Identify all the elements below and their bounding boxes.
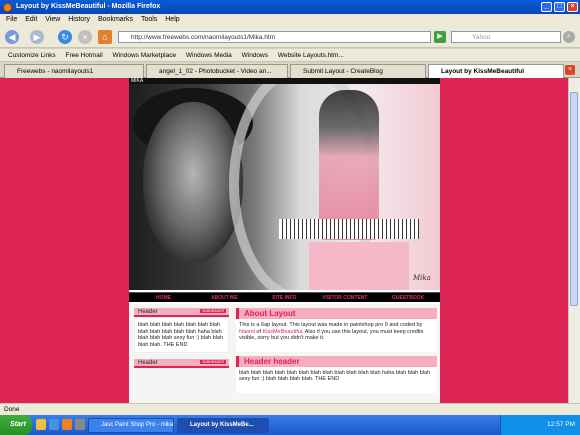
reload-icon[interactable]: ↻	[58, 30, 72, 44]
tab-bar: Freewebs - naomilayouts1 angel_1_02 - Ph…	[0, 62, 580, 78]
bookmark-windows-media[interactable]: Windows Media	[186, 52, 232, 59]
sidebar-text: blah blah blah blah blah blah blah blah …	[134, 317, 229, 353]
banner-face-shape	[143, 102, 243, 262]
bookmark-windows[interactable]: Windows	[242, 52, 268, 59]
about-text-part: of	[254, 328, 263, 335]
banner-person-shape	[319, 90, 379, 240]
internet-explorer-icon[interactable]	[49, 419, 59, 430]
navigation-toolbar: ◀ ▶ ↻ × ⌂ http://www.freewebs.com/naomil…	[0, 26, 580, 48]
sidebar-header-title: Header	[138, 309, 158, 315]
sidebar-subheader: SUBHEADER	[200, 309, 226, 313]
banner-piano-keys	[279, 219, 419, 239]
main-column: About Layout This is a 6ap layout. This …	[236, 308, 437, 393]
banner-signature: Mika	[413, 274, 431, 282]
bookmark-customize-links[interactable]: Customize Links	[8, 52, 56, 59]
stop-icon[interactable]: ×	[78, 30, 92, 44]
search-magnifier-icon[interactable]: ⌕	[563, 31, 575, 43]
sidebar-header: Header SUBHEADER	[134, 308, 229, 317]
author-link-kissmebeautiful[interactable]: KissMeBeautiful	[263, 329, 302, 335]
go-arrow-icon[interactable]: ▶	[434, 31, 446, 43]
menu-tools[interactable]: Tools	[141, 16, 157, 23]
close-button[interactable]: ×	[567, 2, 578, 12]
author-link-naomi[interactable]: Naomi	[239, 329, 255, 335]
scrollbar-thumb[interactable]	[570, 92, 578, 306]
about-text-part: This is a 6ap layout. This layout was ma…	[239, 322, 423, 328]
nav-guestbook[interactable]: GUESTBOOK	[392, 294, 424, 302]
nav-site-info[interactable]: SITE INFO	[272, 294, 296, 302]
status-bar: Done	[0, 403, 580, 415]
menu-view[interactable]: View	[45, 16, 60, 23]
forward-arrow-icon[interactable]: ▶	[30, 30, 44, 44]
sidebar-subheader: SUBHEADER	[200, 360, 226, 364]
task-firefox-layout[interactable]: Layout by KissMeBe...	[177, 418, 269, 433]
banner-image: Mika	[129, 84, 440, 290]
back-arrow-icon[interactable]: ◀	[5, 30, 19, 44]
banner-pink-overlay	[309, 242, 409, 290]
system-tray: 12:57 PM	[500, 415, 580, 435]
show-desktop-icon[interactable]	[75, 419, 85, 430]
menu-history[interactable]: History	[68, 16, 90, 23]
site-main: Header SUBHEADER blah blah blah blah bla…	[129, 304, 440, 403]
start-button[interactable]: Start	[0, 415, 32, 435]
about-layout-text: This is a 6ap layout. This layout was ma…	[236, 319, 437, 352]
firefox-icon	[3, 3, 12, 12]
tab-photobucket[interactable]: angel_1_02 - Photobucket - Video an...	[146, 64, 288, 78]
maximize-button[interactable]: □	[554, 2, 565, 12]
taskbar: Start Jasc Paint Shop Pro - mika1 Layout…	[0, 415, 580, 435]
sidebar-header-title: Header	[138, 360, 158, 366]
tab-createblog[interactable]: Submit Layout - CreateBlog	[290, 64, 426, 78]
address-bar[interactable]: http://www.freewebs.com/naomilayouts1/Mi…	[118, 31, 431, 43]
tab-layout-kissmebeautiful[interactable]: Layout by KissMeBeautiful	[428, 64, 564, 78]
sidebar-header: Header SUBHEADER	[134, 359, 229, 368]
menu-bookmarks[interactable]: Bookmarks	[98, 16, 133, 23]
menu-edit[interactable]: Edit	[25, 16, 37, 23]
menu-file[interactable]: File	[6, 16, 17, 23]
bookmarks-toolbar: Customize Links Free Hotmail Windows Mar…	[0, 49, 580, 62]
nav-home[interactable]: HOME	[156, 294, 171, 302]
task-paint-shop-pro[interactable]: Jasc Paint Shop Pro - mika1	[88, 418, 174, 433]
menu-help[interactable]: Help	[165, 16, 179, 23]
search-input[interactable]: Yahoo	[451, 31, 561, 43]
layout-site: MIKA Mika HOME ABOUT ME SITE INFO VISITO…	[129, 78, 440, 403]
minimize-button[interactable]: _	[541, 2, 552, 12]
menu-bar: File Edit View History Bookmarks Tools H…	[0, 14, 580, 26]
header-header-heading: Header header	[236, 355, 437, 367]
sidebar: Header SUBHEADER blah blah blah blah bla…	[134, 308, 229, 368]
bookmark-free-hotmail[interactable]: Free Hotmail	[66, 52, 103, 59]
window-titlebar: Layout by KissMeBeautiful - Mozilla Fire…	[0, 0, 580, 14]
about-layout-heading: About Layout	[236, 308, 437, 319]
site-nav: HOME ABOUT ME SITE INFO VISITOR CONTENT …	[129, 292, 440, 302]
bookmark-website-layouts[interactable]: Website Layouts.htm...	[278, 52, 344, 59]
firefox-quicklaunch-icon[interactable]	[62, 419, 72, 430]
window-title: Layout by KissMeBeautiful - Mozilla Fire…	[16, 3, 161, 10]
clock: 12:57 PM	[547, 421, 575, 428]
bookmark-windows-marketplace[interactable]: Windows Marketplace	[113, 52, 177, 59]
nav-visitor-content[interactable]: VISITOR CONTENT	[322, 294, 367, 302]
header-header-text: blah blah blah blah blah blah blah blah …	[236, 366, 437, 393]
folder-icon[interactable]	[36, 419, 46, 430]
tab-freewebs[interactable]: Freewebs - naomilayouts1	[4, 64, 144, 78]
close-tab-icon[interactable]: ×	[565, 65, 575, 75]
nav-about-me[interactable]: ABOUT ME	[211, 294, 238, 302]
page-viewport: MIKA Mika HOME ABOUT ME SITE INFO VISITO…	[0, 78, 568, 403]
home-icon[interactable]: ⌂	[98, 30, 112, 44]
